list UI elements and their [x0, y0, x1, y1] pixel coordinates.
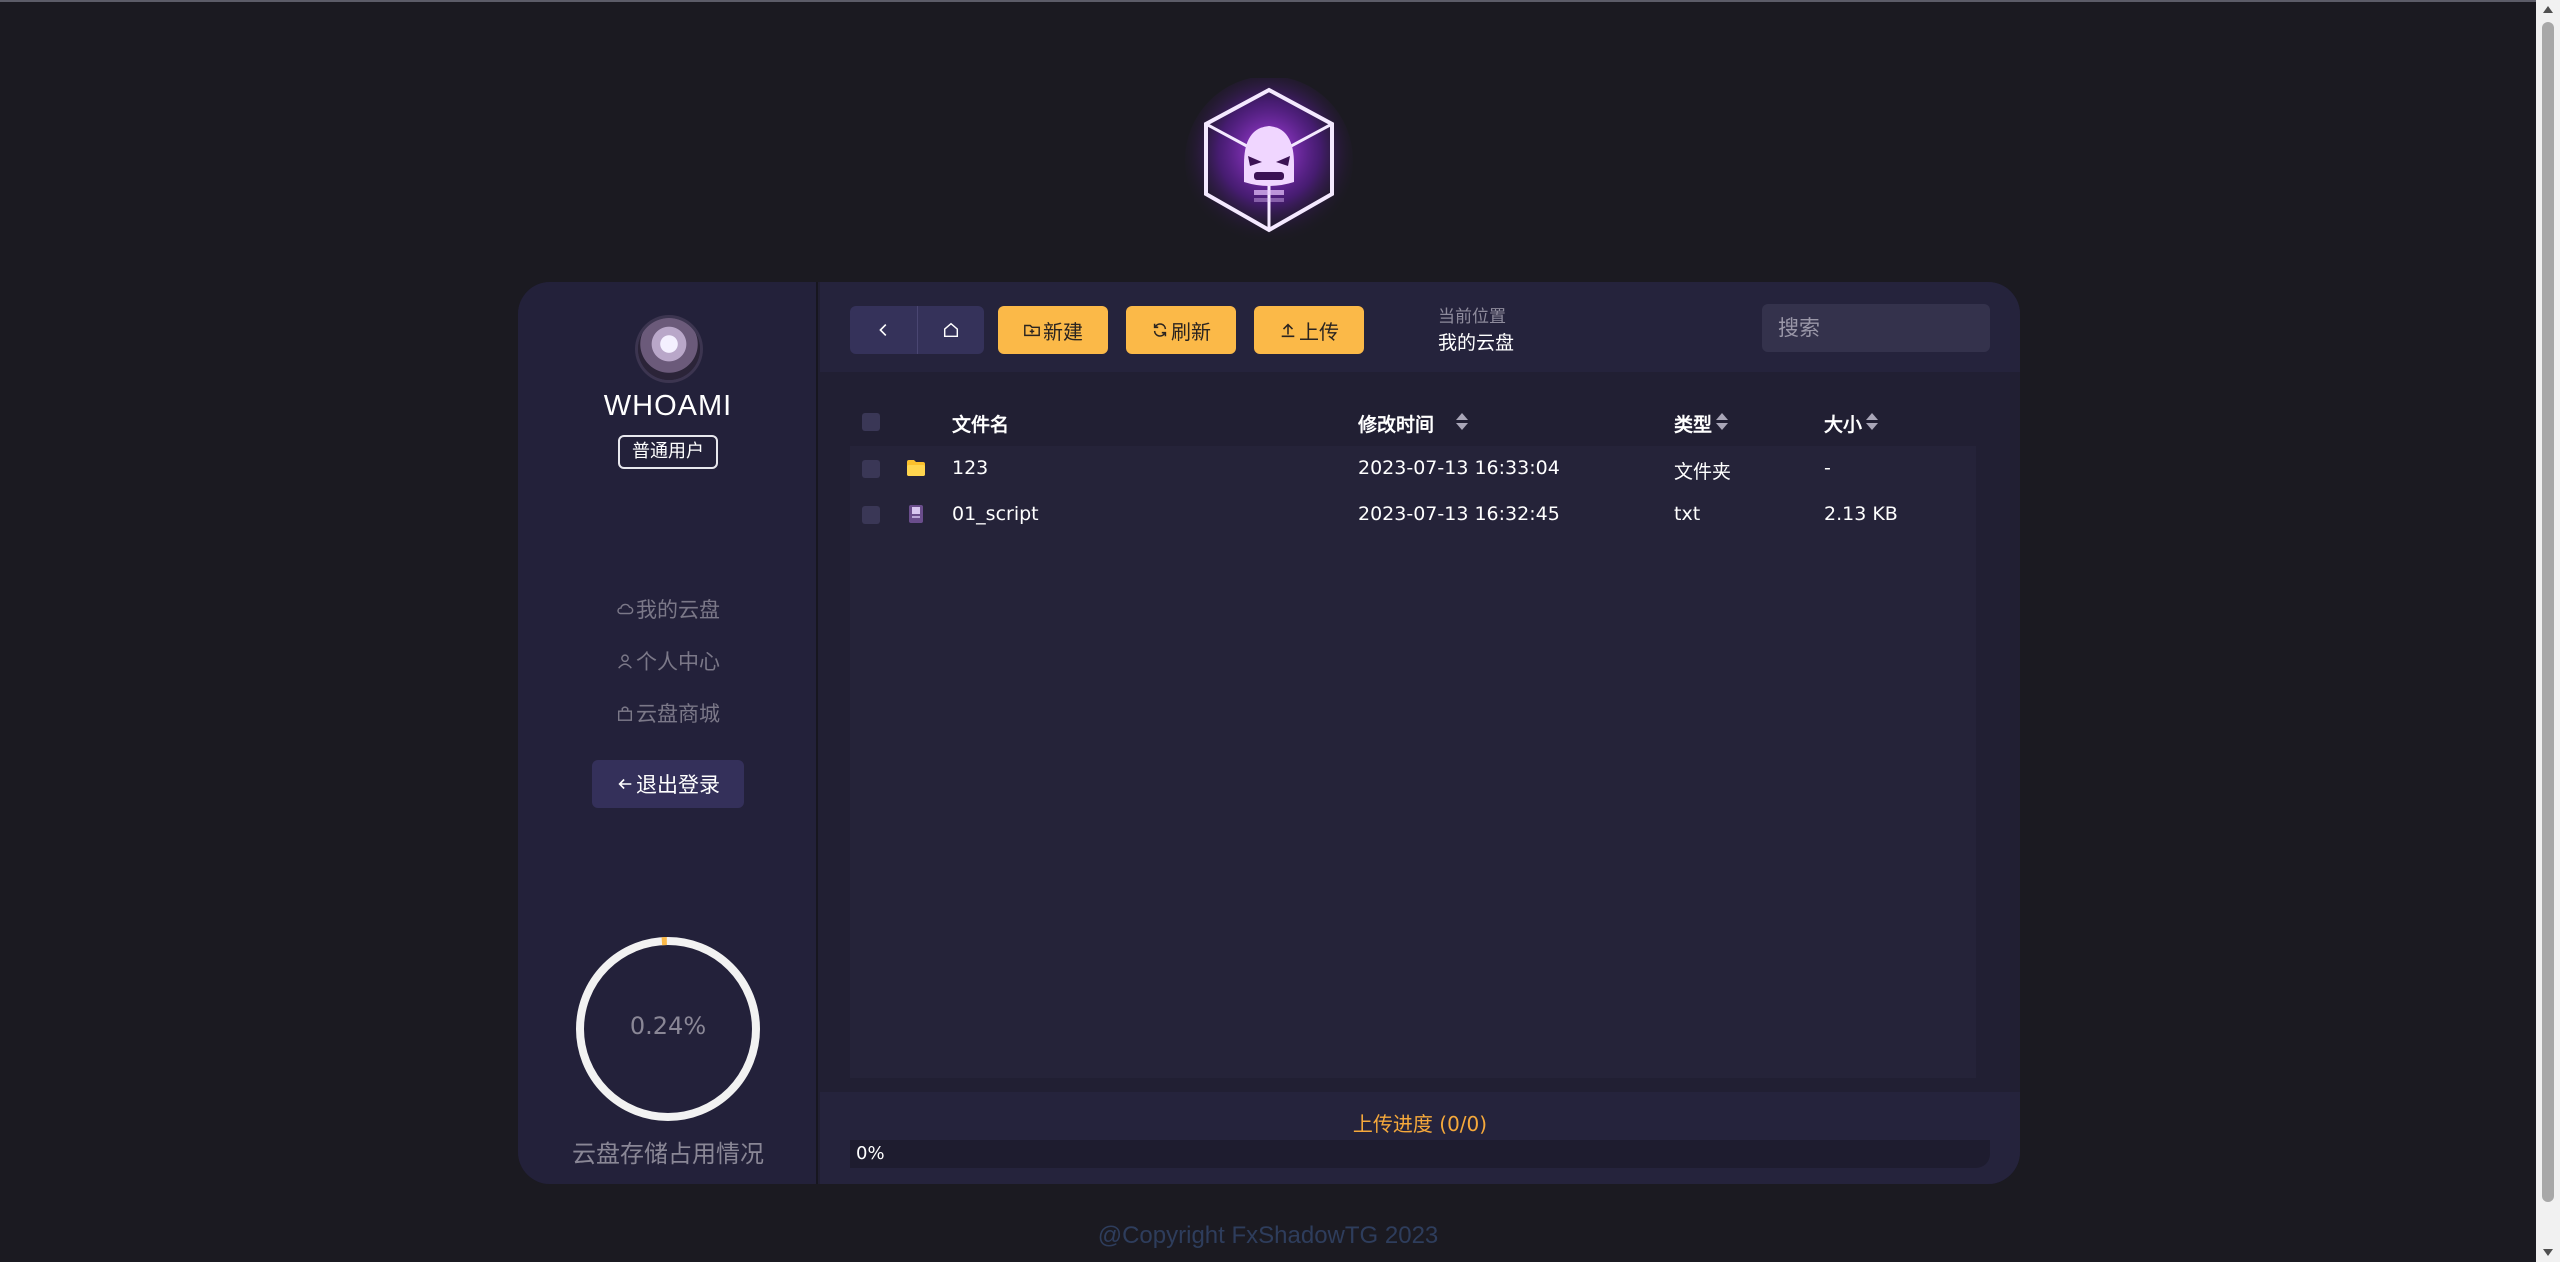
scroll-up-arrow-icon[interactable] — [2543, 6, 2553, 13]
table-header: 文件名 修改时间 类型 大小 — [850, 398, 1976, 446]
sort-size-icon[interactable] — [1866, 412, 1878, 432]
row-checkbox[interactable] — [862, 506, 880, 524]
app-logo — [1184, 76, 1354, 248]
username: WHOAMI — [603, 390, 733, 422]
file-size: - — [1824, 457, 1831, 479]
folder-icon — [907, 460, 925, 476]
refresh-label: 刷新 — [1171, 319, 1211, 344]
shop-icon — [617, 706, 633, 721]
table-row[interactable]: 01_script 2023-07-13 16:32:45 txt 2.13 K… — [850, 492, 1976, 538]
navigation-button-group — [850, 306, 984, 354]
file-type: txt — [1674, 503, 1701, 525]
upload-progress-panel: 上传进度 (0/0) 0% — [820, 1092, 2020, 1184]
file-size: 2.13 KB — [1824, 503, 1898, 525]
column-header-type[interactable]: 类型 — [1674, 410, 1712, 437]
arrow-left-icon — [618, 778, 632, 790]
file-browser: 新建 刷新 上传 当前位置 我的云盘 文件名 修改时间 — [820, 282, 2020, 1184]
table-row[interactable]: 123 2023-07-13 16:33:04 文件夹 - — [850, 446, 1976, 492]
window-top-border — [0, 0, 2536, 2]
home-button[interactable] — [917, 306, 984, 354]
sort-modified-icon[interactable] — [1456, 412, 1468, 432]
new-folder-button[interactable]: 新建 — [998, 306, 1108, 354]
upload-icon — [1281, 323, 1295, 338]
storage-usage-percent: 0.24% — [629, 1012, 707, 1040]
column-header-size[interactable]: 大小 — [1824, 410, 1862, 437]
toolbar: 新建 刷新 上传 当前位置 我的云盘 — [820, 282, 2020, 372]
current-location-label: 当前位置 — [1438, 307, 1506, 327]
back-button[interactable] — [850, 306, 917, 354]
file-modified: 2023-07-13 16:32:45 — [1358, 503, 1560, 525]
file-name[interactable]: 123 — [952, 457, 988, 479]
storage-usage-label: 云盘存储占用情况 — [572, 1140, 764, 1168]
cloud-icon — [617, 603, 634, 615]
nav-item-label: 云盘商城 — [636, 702, 720, 726]
folder-add-icon — [1024, 324, 1040, 337]
new-label: 新建 — [1043, 319, 1083, 344]
home-icon — [943, 322, 959, 338]
scrollbar-thumb[interactable] — [2542, 22, 2554, 1202]
file-name[interactable]: 01_script — [952, 503, 1039, 525]
logout-button[interactable]: 退出登录 — [592, 760, 744, 808]
scroll-down-arrow-icon[interactable] — [2543, 1249, 2553, 1256]
row-checkbox[interactable] — [862, 460, 880, 478]
nav-item-label: 我的云盘 — [636, 598, 720, 622]
select-all-checkbox[interactable] — [862, 413, 880, 431]
current-location-value: 我的云盘 — [1438, 332, 1515, 354]
upload-progress-title: 上传进度 (0/0) — [1352, 1112, 1488, 1136]
refresh-button[interactable]: 刷新 — [1126, 306, 1236, 354]
file-modified: 2023-07-13 16:33:04 — [1358, 457, 1560, 479]
avatar[interactable] — [638, 318, 700, 380]
upload-progress-bar: 0% — [850, 1140, 1990, 1168]
nav-item-shop[interactable]: 云盘商城 — [518, 698, 818, 728]
sidebar: WHOAMI 普通用户 我的云盘 个人中心 云盘商城 退出登录 0.24% 云盘… — [518, 282, 818, 1184]
role-badge: 普通用户 — [618, 435, 718, 469]
logout-label: 退出登录 — [636, 773, 720, 797]
refresh-icon — [1153, 323, 1167, 337]
upload-button[interactable]: 上传 — [1254, 306, 1364, 354]
nav-item-label: 个人中心 — [636, 650, 720, 674]
column-header-modified[interactable]: 修改时间 — [1358, 410, 1434, 437]
nav-item-my-cloud[interactable]: 我的云盘 — [518, 594, 818, 624]
column-header-name[interactable]: 文件名 — [952, 410, 1009, 437]
main-panel: WHOAMI 普通用户 我的云盘 个人中心 云盘商城 退出登录 0.24% 云盘… — [518, 282, 2020, 1184]
file-icon — [909, 505, 923, 523]
file-table: 文件名 修改时间 类型 大小 123 2023-07-13 16:33:04 文… — [850, 398, 1976, 1078]
search-input[interactable] — [1778, 316, 2020, 340]
chevron-left-icon — [878, 324, 886, 336]
upload-progress-text: 0% — [856, 1143, 885, 1164]
sort-type-icon[interactable] — [1716, 412, 1728, 432]
upload-label: 上传 — [1299, 319, 1339, 344]
search-box — [1762, 304, 2020, 352]
file-type: 文件夹 — [1674, 461, 1732, 483]
page-scrollbar[interactable] — [2536, 0, 2560, 1262]
nav-item-profile[interactable]: 个人中心 — [518, 646, 818, 676]
user-icon — [618, 654, 632, 669]
footer-copyright: @Copyright FxShadowTG 2023 — [1097, 1222, 1439, 1249]
